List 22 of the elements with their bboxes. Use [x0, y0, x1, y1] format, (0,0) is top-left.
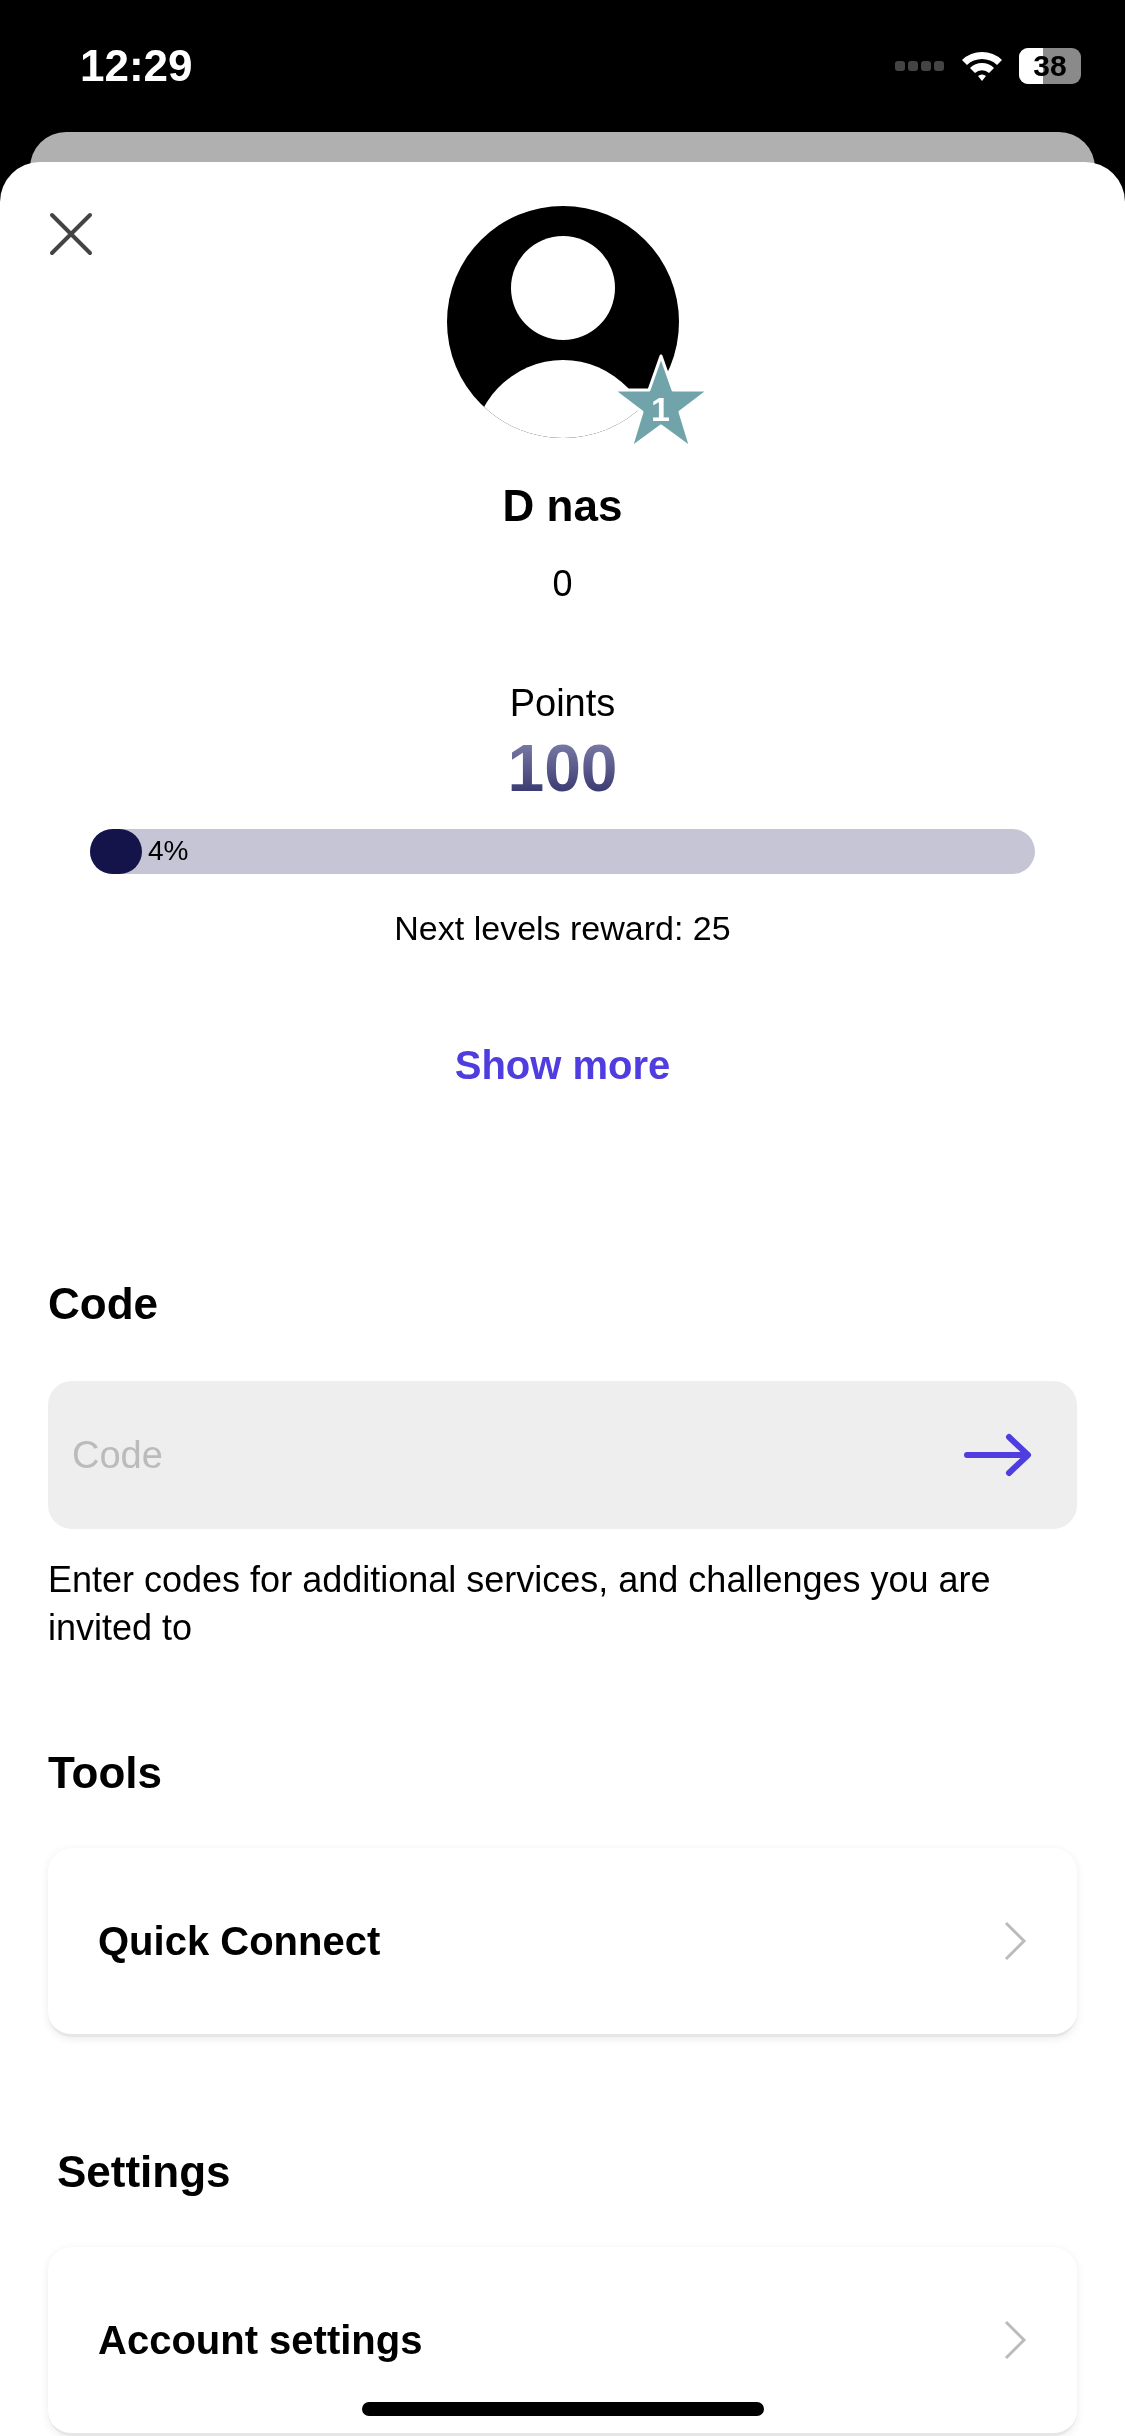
user-score: 0 — [552, 563, 573, 605]
avatar-icon — [446, 206, 679, 438]
show-more-link[interactable]: Show more — [454, 1043, 671, 1089]
level-number: 1 — [651, 389, 670, 429]
section-heading: Settings — [56, 2147, 232, 2198]
signal-icon — [895, 59, 945, 73]
status-time: 12:29 — [80, 41, 193, 91]
section-heading: Tools — [48, 1748, 164, 1799]
code-description: Enter codes for additional services, and challenges you are invited to — [48, 1558, 992, 1651]
next-reward-text: Next levels reward: 25 — [394, 909, 731, 949]
section-heading: Code — [48, 1279, 159, 1330]
close-icon[interactable] — [49, 212, 93, 256]
user-name: D nas — [502, 481, 623, 531]
progress-percent: 4% — [148, 835, 189, 868]
menu-card[interactable]: Quick Connect — [48, 1848, 1077, 2038]
chevron-right-icon — [1003, 2319, 1027, 2362]
chevron-right-icon — [1003, 1920, 1027, 1963]
menu-item-label[interactable]: Account settings — [98, 2317, 423, 2363]
menu-card[interactable]: Account settings — [48, 2247, 1077, 2436]
points-label: Points — [509, 682, 616, 725]
menu-item-label[interactable]: Quick Connect — [98, 1918, 381, 1964]
arrow-right-icon[interactable] — [963, 1433, 1033, 1478]
